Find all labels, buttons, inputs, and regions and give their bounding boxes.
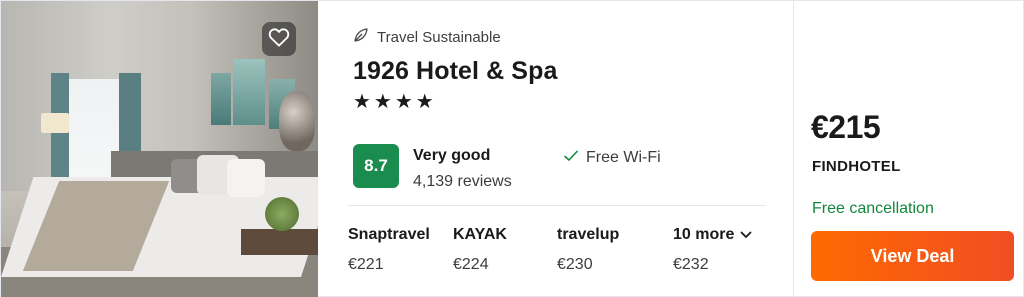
provider-travelup[interactable]: travelup €230 — [557, 226, 619, 274]
hotel-card: Travel Sustainable 1926 Hotel & Spa ★★★★… — [0, 0, 1024, 297]
heart-outline-icon — [268, 27, 290, 52]
provider-price: €230 — [557, 256, 593, 273]
leaf-icon — [353, 27, 369, 47]
deal-price: €215 — [811, 109, 881, 145]
more-providers-dropdown[interactable]: 10 more €232 — [673, 226, 752, 274]
star-rating: ★★★★ — [353, 91, 437, 113]
hotel-photo[interactable] — [1, 1, 318, 297]
chevron-down-icon — [740, 226, 752, 244]
provider-name: Snaptravel — [348, 226, 430, 243]
provider-name: KAYAK — [453, 226, 507, 243]
deal-provider: FINDHOTEL — [812, 158, 901, 175]
free-cancellation-label: Free cancellation — [812, 200, 934, 217]
provider-kayak[interactable]: KAYAK €224 — [453, 226, 507, 274]
favorite-button[interactable] — [262, 22, 296, 56]
hotel-name[interactable]: 1926 Hotel & Spa — [353, 57, 557, 86]
more-providers-label: 10 more — [673, 226, 735, 243]
sustainability-label: Travel Sustainable — [377, 28, 501, 46]
more-providers-toggle[interactable]: 10 more — [673, 226, 752, 244]
review-count[interactable]: 4,139 reviews — [413, 173, 512, 191]
rating-score-badge: 8.7 — [353, 144, 399, 188]
provider-price: €221 — [348, 256, 384, 273]
provider-price: €232 — [673, 256, 709, 273]
view-deal-button[interactable]: View Deal — [811, 231, 1014, 281]
travel-sustainable-badge: Travel Sustainable — [353, 27, 501, 47]
rating-text: Very good — [413, 147, 491, 164]
divider — [348, 205, 766, 206]
column-divider — [793, 1, 794, 297]
amenity-free-wifi: Free Wi-Fi — [564, 149, 661, 167]
provider-name: travelup — [557, 226, 620, 243]
provider-snaptravel[interactable]: Snaptravel €221 — [348, 226, 430, 274]
check-icon — [564, 149, 578, 167]
provider-price: €224 — [453, 256, 489, 273]
amenity-label: Free Wi-Fi — [586, 149, 661, 166]
